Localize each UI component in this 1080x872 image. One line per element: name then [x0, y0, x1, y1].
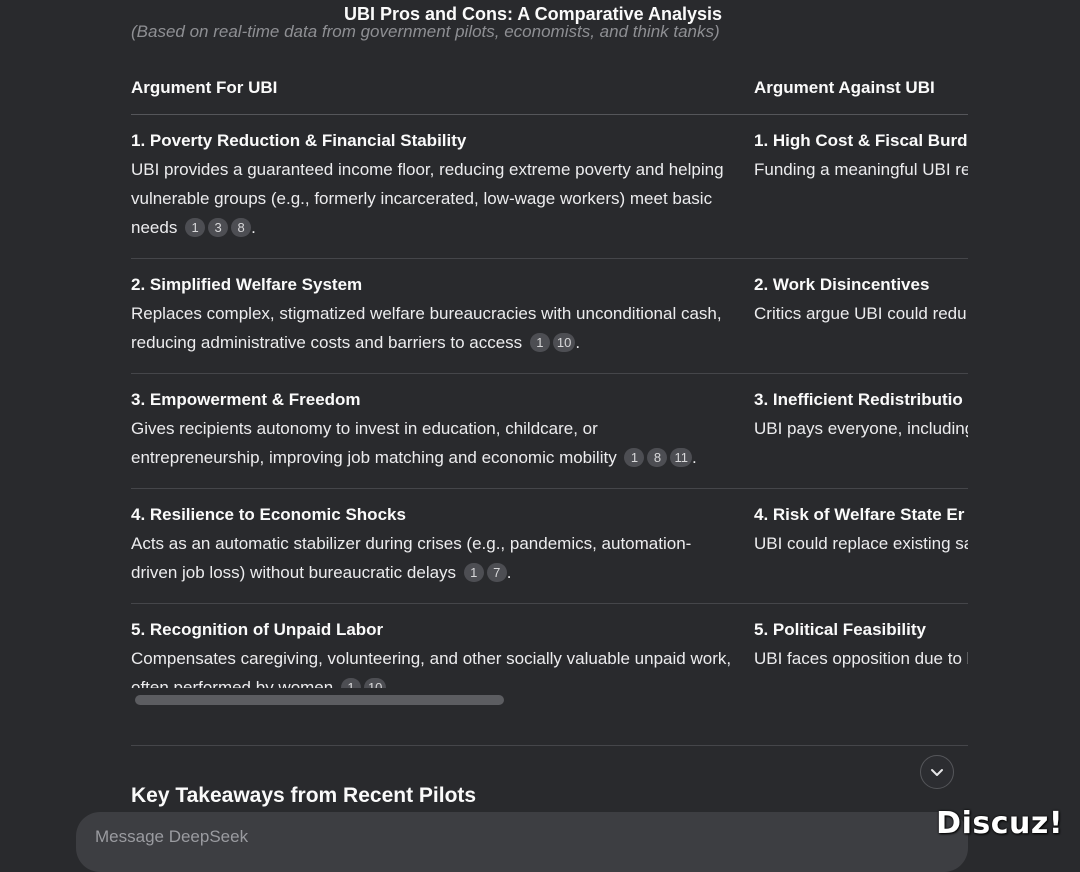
argument-text: Funding a meaningful UBI re range from £… [754, 160, 968, 179]
argument-text: Replaces complex, stigmatized welfare bu… [131, 304, 722, 352]
table-cell-for: 2. Simplified Welfare System Replaces com… [131, 258, 754, 374]
citation-badge[interactable]: 1 [185, 218, 206, 237]
citation-badge[interactable]: 3 [208, 218, 229, 237]
table-row: 1. Poverty Reduction & Financial Stabili… [131, 114, 968, 259]
citation-badge[interactable]: 8 [647, 448, 668, 467]
citation-badge[interactable]: 11 [670, 448, 692, 467]
page-subtitle: (Based on real-time data from government… [131, 22, 720, 41]
section-divider [131, 745, 968, 746]
table-cell-for: 1. Poverty Reduction & Financial Stabili… [131, 114, 754, 259]
argument-text: UBI faces opposition due to bipartisan s… [754, 649, 968, 668]
citation-badge[interactable]: 10 [552, 333, 576, 352]
argument-title: 4. Resilience to Economic Shocks [131, 505, 406, 524]
horizontal-scrollbar-thumb[interactable] [135, 695, 504, 705]
argument-body: Funding a meaningful UBI re range from £… [754, 155, 968, 184]
argument-text: UBI could replace existing sa benefits),… [754, 534, 968, 553]
table-cell-against: 4. Risk of Welfare State Er UBI could rep… [754, 488, 968, 604]
citation-badge[interactable]: 10 [363, 678, 387, 688]
citation-badge[interactable]: 1 [340, 678, 361, 688]
argument-title: 2. Simplified Welfare System [131, 275, 363, 294]
citation-badge[interactable]: 1 [463, 563, 484, 582]
argument-title: 5. Political Feasibility [754, 620, 926, 639]
table-row: 5. Recognition of Unpaid Labor Compensate… [131, 603, 968, 688]
column-header-for: Argument For UBI [131, 64, 754, 115]
argument-body: Compensates caregiving, volunteering, an… [131, 644, 732, 688]
table-row: 3. Empowerment & Freedom Gives recipients… [131, 373, 968, 489]
table-row: 2. Simplified Welfare System Replaces com… [131, 258, 968, 374]
table-cell-against: 5. Political Feasibility UBI faces opposi… [754, 603, 968, 688]
argument-title: 1. Poverty Reduction & Financial Stabili… [131, 131, 467, 150]
citation-badge[interactable]: 1 [624, 448, 645, 467]
table-cell-for: 3. Empowerment & Freedom Gives recipients… [131, 373, 754, 489]
table-cell-against: 3. Inefficient Redistributio UBI pays eve… [754, 373, 968, 489]
argument-body: Critics argue UBI could redu workers, if… [754, 299, 968, 328]
citation-badge[interactable]: 7 [486, 563, 507, 582]
table-cell-for: 5. Recognition of Unpaid Labor Compensate… [131, 603, 754, 688]
argument-body: UBI could replace existing sa benefits),… [754, 529, 968, 558]
argument-title: 2. Work Disincentives [754, 275, 930, 294]
comparison-table: Argument For UBI Argument Against UBI 1.… [131, 64, 968, 688]
argument-body: Gives recipients autonomy to invest in e… [131, 419, 697, 467]
argument-title: 4. Risk of Welfare State Er [754, 505, 965, 524]
argument-title: 5. Recognition of Unpaid Labor [131, 620, 384, 639]
argument-text: Gives recipients autonomy to invest in e… [131, 419, 617, 467]
argument-body: Acts as an automatic stabilizer during c… [131, 534, 692, 582]
table-row: 4. Resilience to Economic Shocks Acts as … [131, 488, 968, 604]
argument-text: UBI pays everyone, including Critics arg… [754, 419, 968, 438]
watermark-logo: Discuz! [936, 806, 1063, 841]
table-cell-against: 2. Work Disincentives Critics argue UBI c… [754, 258, 968, 374]
column-header-against: Argument Against UBI [754, 64, 968, 115]
argument-body: UBI faces opposition due to bipartisan s… [754, 644, 968, 673]
argument-text: Compensates caregiving, volunteering, an… [131, 649, 732, 688]
horizontal-scrollbar[interactable] [131, 693, 968, 707]
table-cell-for: 4. Resilience to Economic Shocks Acts as … [131, 488, 754, 604]
argument-text: Acts as an automatic stabilizer during c… [131, 534, 692, 582]
argument-title: 3. Empowerment & Freedom [131, 390, 361, 409]
argument-body: UBI provides a guaranteed income floor, … [131, 160, 724, 237]
argument-title: 3. Inefficient Redistributio [754, 390, 963, 409]
message-composer[interactable] [76, 812, 968, 872]
comparison-table-scroll[interactable]: Argument For UBI Argument Against UBI 1.… [131, 64, 968, 688]
argument-text: Critics argue UBI could redu workers, if… [754, 304, 968, 323]
table-header-row: Argument For UBI Argument Against UBI [131, 64, 968, 115]
citation-badge[interactable]: 8 [231, 218, 252, 237]
section-heading: Key Takeaways from Recent Pilots [131, 784, 477, 807]
chevron-down-icon [931, 769, 943, 776]
argument-body: UBI pays everyone, including Critics arg… [754, 414, 968, 443]
argument-title: 1. High Cost & Fiscal Burde [754, 131, 968, 150]
table-cell-against: 1. High Cost & Fiscal Burde Funding a mea… [754, 114, 968, 259]
message-input[interactable] [93, 826, 697, 848]
page-title: UBI Pros and Cons: A Comparative Analysi… [343, 4, 723, 24]
scroll-to-bottom-button[interactable] [920, 755, 954, 789]
argument-body: Replaces complex, stigmatized welfare bu… [131, 304, 722, 352]
citation-badge[interactable]: 1 [529, 333, 550, 352]
